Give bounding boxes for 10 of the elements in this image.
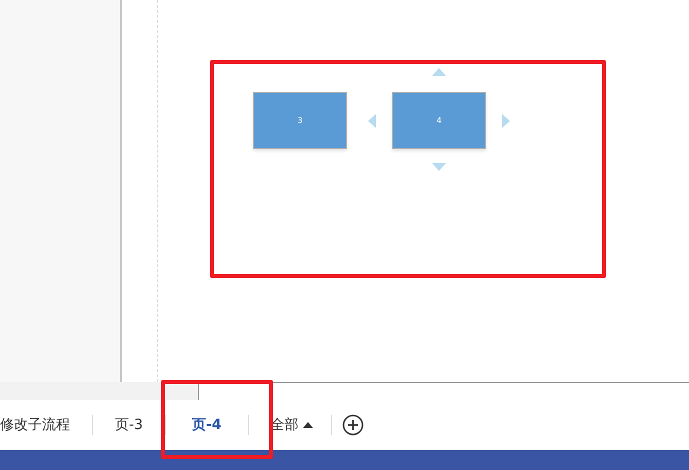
page-tab[interactable]: 页-4 bbox=[166, 410, 248, 440]
page-tab[interactable]: 页-3 bbox=[93, 410, 165, 440]
caret-up-icon bbox=[302, 422, 313, 428]
arrow-left-icon[interactable] bbox=[368, 114, 376, 128]
horizontal-scrollbar[interactable] bbox=[198, 382, 689, 400]
arrow-down-icon[interactable] bbox=[432, 163, 446, 171]
arrow-right-icon[interactable] bbox=[502, 114, 510, 128]
add-page-icon[interactable] bbox=[342, 414, 364, 436]
page-tab[interactable]: 修改子流程 bbox=[0, 410, 92, 440]
arrow-up-icon[interactable] bbox=[432, 68, 446, 76]
